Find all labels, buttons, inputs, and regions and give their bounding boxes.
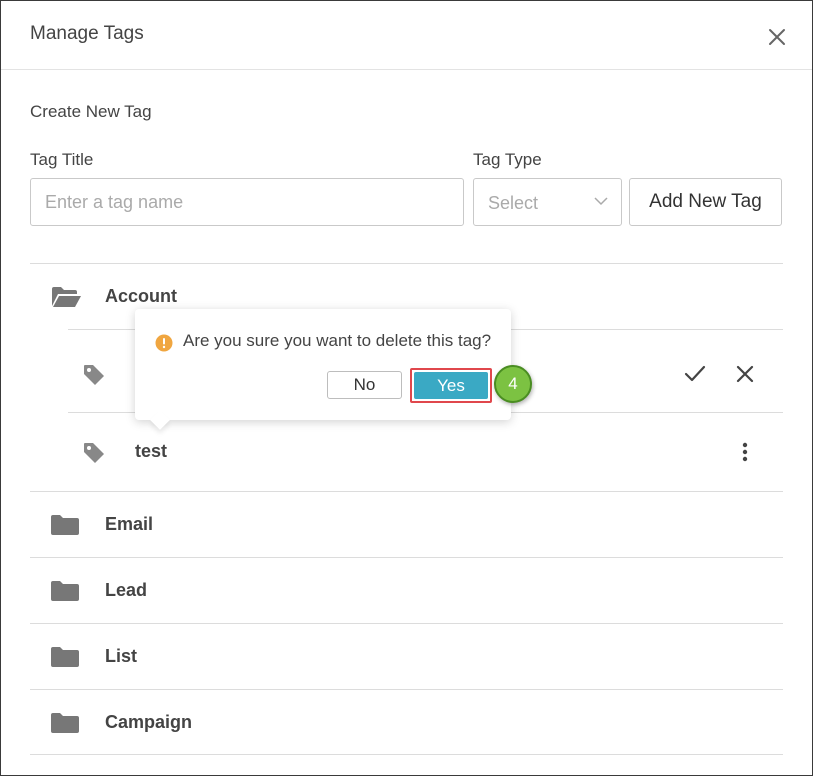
category-label: Campaign <box>105 712 193 732</box>
category-label: Lead <box>105 580 148 600</box>
cancel-button[interactable] <box>734 363 756 390</box>
no-button[interactable]: No <box>327 371 402 399</box>
check-icon <box>684 365 706 382</box>
step-badge: 4 <box>494 365 532 403</box>
tag-title-label: Tag Title <box>30 150 94 169</box>
tag-icon <box>84 365 104 385</box>
folder-icon <box>51 515 79 535</box>
list-divider <box>30 754 783 755</box>
close-button[interactable] <box>765 25 789 49</box>
confirm-button[interactable] <box>683 363 707 390</box>
tag-icon <box>84 443 104 463</box>
category-label: List <box>105 646 138 666</box>
dialog-title: Manage Tags <box>30 23 144 44</box>
chevron-down-icon <box>594 197 608 206</box>
category-list[interactable]: List <box>30 623 783 689</box>
category-email[interactable]: Email <box>30 491 783 557</box>
folder-icon <box>51 647 79 667</box>
tag-title-input[interactable] <box>30 178 464 226</box>
create-tag-heading: Create New Tag <box>30 102 152 121</box>
tag-row: test <box>68 413 783 491</box>
tag-type-value: Select <box>488 193 539 213</box>
popover-message: Are you sure you want to delete this tag… <box>183 331 492 350</box>
category-label: Account <box>105 286 177 306</box>
category-campaign[interactable]: Campaign <box>30 689 783 755</box>
yes-button[interactable]: Yes <box>414 372 488 399</box>
add-new-tag-button[interactable]: Add New Tag <box>629 178 782 226</box>
category-lead[interactable]: Lead <box>30 557 783 623</box>
folder-icon <box>51 581 79 601</box>
tag-label: test <box>135 441 168 461</box>
close-icon <box>736 365 754 383</box>
more-vertical-icon <box>742 442 748 462</box>
folder-icon <box>51 713 79 733</box>
delete-confirm-popover: Are you sure you want to delete this tag… <box>135 309 511 430</box>
manage-tags-dialog: Manage Tags Create New Tag Tag Title Tag… <box>0 0 813 776</box>
dialog-header: Manage Tags <box>1 1 812 70</box>
more-options-button[interactable] <box>740 441 750 468</box>
category-label: Email <box>105 514 154 534</box>
folder-open-icon <box>52 287 81 307</box>
tag-type-label: Tag Type <box>473 150 542 169</box>
warning-icon <box>155 334 173 352</box>
close-icon <box>769 29 785 45</box>
tag-type-select[interactable]: Select <box>473 178 622 226</box>
